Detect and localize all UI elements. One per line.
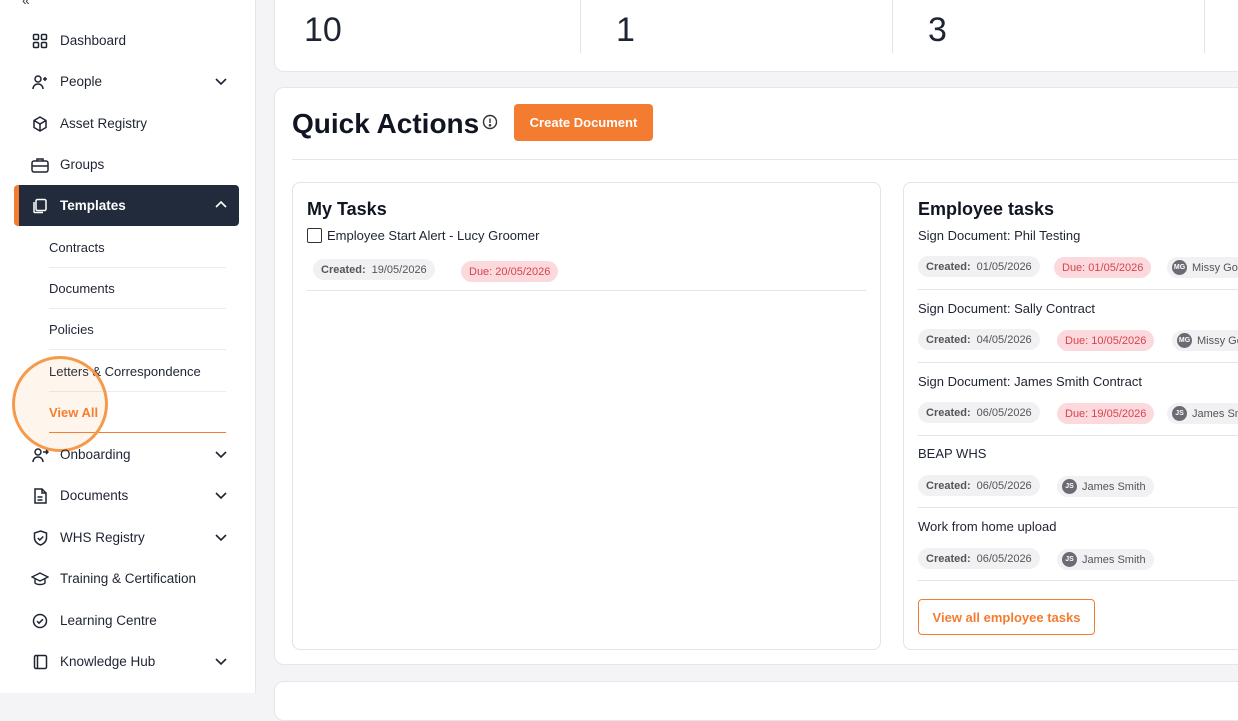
my-tasks-title: My Tasks xyxy=(307,199,387,219)
divider xyxy=(918,507,1238,508)
divider xyxy=(918,435,1238,436)
graduation-cap-icon xyxy=(31,570,49,588)
task-checkbox[interactable] xyxy=(307,228,322,243)
quick-actions-card: Quick Actions Create Document My Tasks E… xyxy=(274,87,1238,665)
chevron-down-icon[interactable] xyxy=(213,529,229,545)
sidebar-item-learning-centre[interactable]: Learning Centre xyxy=(14,600,239,641)
person-arrow-icon xyxy=(31,446,49,464)
book-icon xyxy=(31,653,49,671)
due-badge: Due: 10/05/2026 xyxy=(1057,330,1155,351)
employee-tasks-title: Employee tasks xyxy=(918,199,1055,219)
avatar: JS xyxy=(1172,406,1187,421)
document-icon xyxy=(31,487,49,505)
sidebar-item-label: Knowledge Hub xyxy=(60,654,156,669)
sidebar-item-whs-registry[interactable]: WHS Registry xyxy=(14,517,239,558)
assignee-badge: MGMissy Go xyxy=(1167,257,1238,278)
sidebar: « Dashboard People Asset Registry Groups… xyxy=(0,0,256,693)
chevron-up-icon[interactable] xyxy=(213,197,229,213)
sidebar-item-groups[interactable]: Groups xyxy=(14,144,239,185)
stat-divider xyxy=(892,0,893,53)
sidebar-item-label: People xyxy=(60,74,103,89)
task-name: Employee Start Alert - Lucy Groomer xyxy=(327,228,540,243)
divider xyxy=(307,290,866,291)
task-item[interactable]: Employee Start Alert - Lucy Groomer xyxy=(307,228,539,243)
sidebar-item-dashboard[interactable]: Dashboard xyxy=(14,20,239,61)
dashboard-grid-icon xyxy=(31,32,49,50)
sidebar-item-documents[interactable]: Documents xyxy=(14,475,239,516)
copy-icon xyxy=(31,197,49,215)
assignee-badge: JSJames Sm xyxy=(1167,403,1238,424)
sidebar-item-people[interactable]: People xyxy=(14,61,239,102)
quick-actions-title: Quick Actions xyxy=(292,108,480,139)
due-badge: Due: 19/05/2026 xyxy=(1057,403,1155,424)
stat-value: 3 xyxy=(928,11,947,49)
sidebar-item-label: WHS Registry xyxy=(60,530,145,545)
employee-task-item[interactable]: Sign Document: Phil Testing xyxy=(918,228,1080,243)
created-badge: Created: 04/05/2026 xyxy=(918,329,1040,350)
sidebar-item-label: Learning Centre xyxy=(60,613,157,628)
sidebar-item-label: Dashboard xyxy=(60,33,127,48)
avatar: MG xyxy=(1177,333,1192,348)
chevron-down-icon[interactable] xyxy=(213,73,229,89)
sidebar-item-label: Asset Registry xyxy=(60,116,148,131)
sidebar-item-knowledge-hub[interactable]: Knowledge Hub xyxy=(14,641,239,682)
chevron-down-icon[interactable] xyxy=(213,487,229,503)
sidebar-item-asset-registry[interactable]: Asset Registry xyxy=(14,103,239,144)
create-document-button[interactable]: Create Document xyxy=(514,104,653,141)
divider xyxy=(292,159,1238,160)
employee-task-item[interactable]: Sign Document: Sally Contract xyxy=(918,301,1095,316)
due-badge: Due: 01/05/2026 xyxy=(1054,257,1152,278)
created-badge: Created: 06/05/2026 xyxy=(918,548,1040,569)
divider xyxy=(918,580,1238,581)
view-all-employee-tasks-button[interactable]: View all employee tasks xyxy=(918,599,1095,635)
shield-check-icon xyxy=(31,529,49,547)
assignee-badge: JS James Smith xyxy=(1057,549,1154,570)
collapse-sidebar-icon[interactable]: « xyxy=(22,0,30,8)
check-circle-icon xyxy=(31,612,49,630)
cube-icon xyxy=(31,115,49,133)
my-tasks-panel: My Tasks Employee Start Alert - Lucy Gro… xyxy=(292,182,881,650)
avatar: JS xyxy=(1062,479,1077,494)
sidebar-item-training-certification[interactable]: Training & Certification xyxy=(14,558,239,599)
divider xyxy=(918,362,1238,363)
sidebar-item-label: Documents xyxy=(60,488,129,503)
submenu-item-documents[interactable]: Documents xyxy=(49,268,226,309)
created-badge: Created: 01/05/2026 xyxy=(918,256,1040,277)
briefcase-icon xyxy=(31,156,49,174)
assignee-badge: MGMissy Go xyxy=(1172,330,1238,351)
sidebar-item-label: Onboarding xyxy=(60,447,131,462)
stat-divider xyxy=(580,0,581,53)
sidebar-item-label: Templates xyxy=(60,198,126,213)
submenu-item-policies[interactable]: Policies xyxy=(49,309,226,350)
sidebar-item-onboarding[interactable]: Onboarding xyxy=(14,434,239,475)
employee-task-item[interactable]: Sign Document: James Smith Contract xyxy=(918,374,1142,389)
created-badge: Created: 06/05/2026 xyxy=(918,475,1040,496)
person-add-icon xyxy=(31,73,49,91)
chevron-down-icon[interactable] xyxy=(213,653,229,669)
divider xyxy=(918,289,1238,290)
info-icon[interactable] xyxy=(482,114,498,130)
chevron-down-icon[interactable] xyxy=(213,446,229,462)
employee-task-item[interactable]: Work from home upload xyxy=(918,519,1057,534)
sidebar-item-label: Training & Certification xyxy=(60,571,197,586)
stats-card: 10 1 3 xyxy=(274,0,1238,72)
created-badge: Created: 06/05/2026 xyxy=(918,402,1040,423)
assignee-badge: JS James Smith xyxy=(1057,476,1154,497)
stat-value: 10 xyxy=(304,11,342,49)
avatar: MG xyxy=(1172,260,1187,275)
stat-divider xyxy=(1204,0,1205,53)
avatar: JS xyxy=(1062,552,1077,567)
stat-value: 1 xyxy=(616,11,635,49)
created-badge: Created: 19/05/2026 xyxy=(313,259,435,280)
submenu-item-contracts[interactable]: Contracts xyxy=(49,227,226,268)
next-card xyxy=(274,681,1238,721)
sidebar-item-label: Groups xyxy=(60,157,105,172)
sidebar-item-templates[interactable]: Templates xyxy=(14,185,239,226)
employee-tasks-panel: Employee tasks Sign Document: Phil Testi… xyxy=(903,182,1238,650)
employee-task-item[interactable]: BEAP WHS xyxy=(918,446,986,461)
due-badge: Due: 20/05/2026 xyxy=(461,261,559,282)
